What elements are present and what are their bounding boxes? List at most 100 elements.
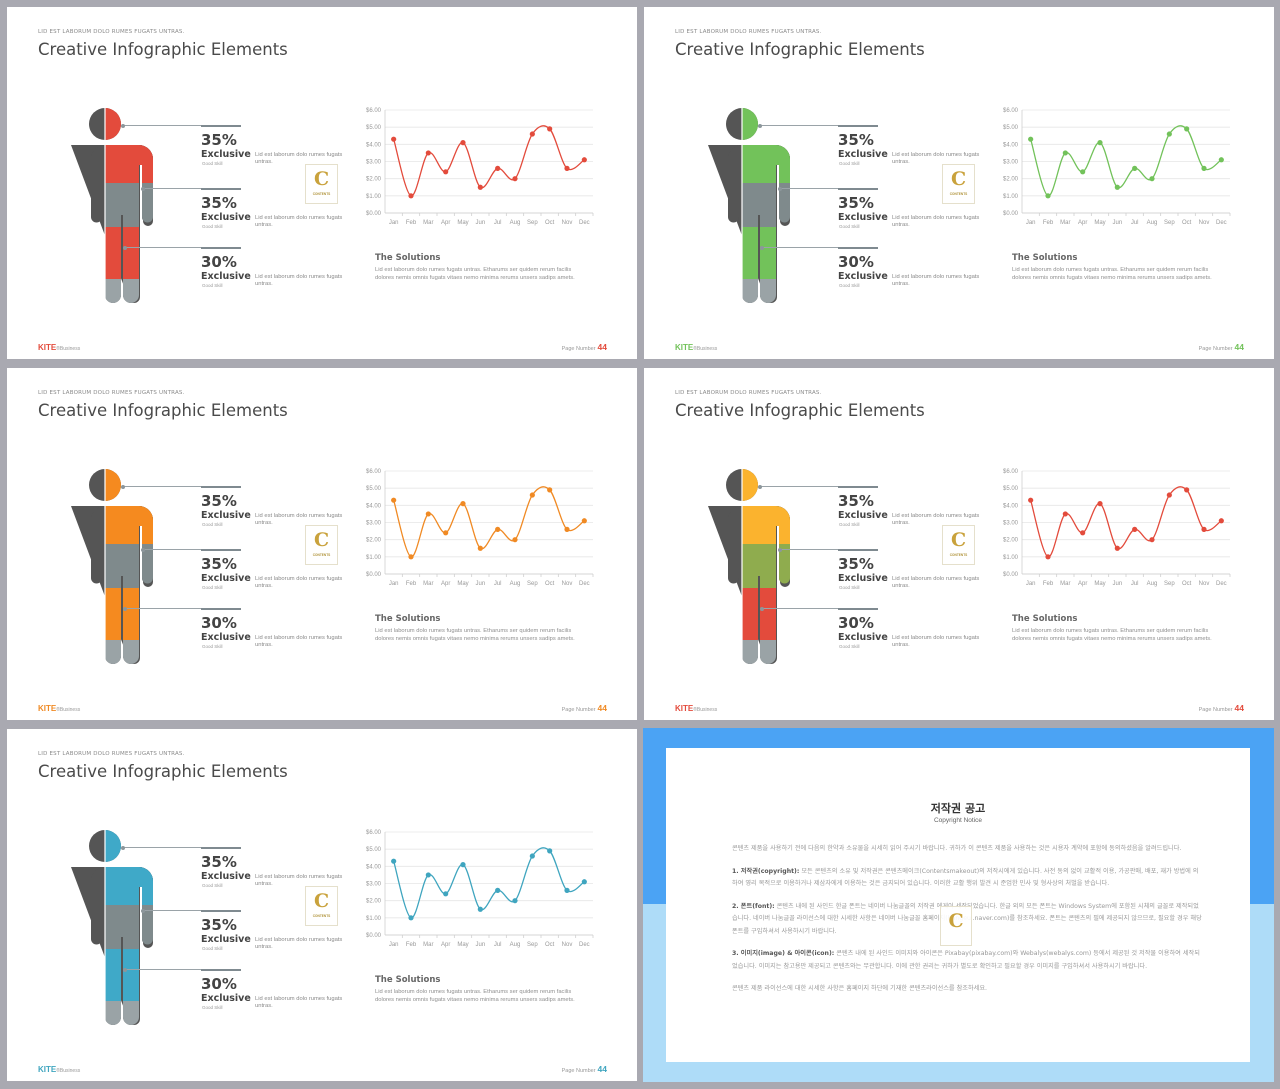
data-point [1062, 511, 1068, 517]
page-number: 44 [597, 342, 607, 352]
stat-label: Exclusive [201, 934, 251, 945]
leader-dot [121, 123, 125, 128]
data-point [1201, 526, 1207, 532]
stat-percent: 35% [201, 194, 237, 212]
data-point [460, 140, 466, 146]
leader-dot [760, 245, 764, 250]
y-tick-label: $3.00 [366, 160, 382, 166]
page-number: 44 [597, 703, 607, 713]
logo-caption: CONTENTS [312, 192, 331, 196]
figure-band-upper [105, 469, 153, 544]
figure-right-half [105, 469, 153, 664]
x-tick-label: Dec [579, 220, 590, 226]
stat-rule [201, 969, 241, 971]
leader-dot [123, 245, 127, 250]
logo-letter: C [313, 529, 330, 551]
data-point [425, 150, 431, 156]
stat-sublabel: Good Skill [202, 946, 223, 951]
figure-band-middle [105, 183, 153, 227]
data-point [1149, 176, 1155, 182]
person-figure [71, 829, 153, 1025]
figure-band-middle [742, 544, 790, 588]
stat-percent: 35% [201, 492, 237, 510]
x-tick-label: Sep [527, 942, 538, 948]
data-point [1062, 150, 1068, 156]
line-chart: $0.00 $1.00 $2.00 $3.00 $4.00 $5.00 $6.00 Jan Fe… [366, 108, 594, 226]
data-point [547, 487, 553, 493]
data-point [1045, 554, 1051, 560]
figure-band-lower [742, 227, 790, 279]
data-point [477, 906, 483, 912]
stat-rule [838, 549, 878, 551]
y-tick-label: $6.00 [366, 830, 382, 836]
y-tick-label: $4.00 [366, 864, 382, 870]
x-tick-label: May [1094, 220, 1105, 226]
contents-logo: C CONTENTS [942, 164, 975, 204]
x-tick-label: May [457, 942, 468, 948]
person-figure [71, 107, 153, 303]
stat-percent: 35% [838, 555, 874, 573]
data-point [1201, 165, 1207, 171]
x-tick-label: Feb [406, 581, 417, 587]
solutions-text: Lid est laborum dolo rumes fugats untras… [375, 628, 575, 642]
stat-description: Lid est laborum dolo rumes fugats untras… [892, 274, 980, 287]
x-tick-label: Mar [1060, 581, 1070, 587]
data-point [477, 184, 483, 190]
infographic-slide: LID EST LABORUM DOLO RUMES FUGATS UNTRAS… [644, 368, 1274, 720]
brand-logo: KITE®Business [675, 704, 717, 713]
brand-suffix: ®Business [693, 346, 718, 352]
x-tick-label: Jun [475, 581, 485, 587]
data-point [391, 136, 397, 142]
x-tick-label: Aug [510, 220, 521, 226]
x-tick-label: Mar [423, 942, 433, 948]
line-chart: $0.00 $1.00 $2.00 $3.00 $4.00 $5.00 $6.00 Jan Fe… [366, 469, 594, 587]
copyright-notice-slide: 저작권 공고 Copyright Notice 콘텐츠 제품을 사용하기 전에 … [643, 728, 1274, 1082]
stat-rule [201, 125, 241, 127]
data-point [408, 915, 414, 921]
x-tick-label: Nov [562, 220, 573, 226]
page-number-label: Page Number 44 [1199, 703, 1244, 713]
x-tick-label: Aug [510, 581, 521, 587]
notice-title: 저작권 공고 [930, 802, 986, 815]
x-tick-label: Apr [441, 942, 450, 948]
solutions-title: The Solutions [375, 975, 441, 985]
logo-letter: C [313, 168, 330, 190]
brand-logo: KITE®Business [675, 343, 717, 352]
stat-rule [838, 486, 878, 488]
y-tick-label: $2.00 [1003, 177, 1019, 183]
leader-dot [123, 967, 127, 972]
contents-logo-watermark: C [940, 906, 972, 946]
data-point [495, 165, 501, 171]
x-tick-label: Oct [1182, 220, 1192, 226]
y-tick-label: $5.00 [1003, 125, 1019, 131]
stat-description: Lid est laborum dolo rumes fugats untras… [892, 215, 980, 228]
logo-caption: CONTENTS [949, 192, 968, 196]
infographic-slide: LID EST LABORUM DOLO RUMES FUGATS UNTRAS… [7, 7, 637, 359]
x-tick-label: Oct [545, 942, 555, 948]
person-figure [71, 468, 153, 664]
stat-percent: 35% [201, 916, 237, 934]
data-point [1114, 184, 1120, 190]
x-tick-label: Sep [1164, 581, 1175, 587]
x-tick-label: Jun [1112, 581, 1122, 587]
contents-logo: C CONTENTS [305, 164, 338, 204]
stat-description: Lid est laborum dolo rumes fugats untras… [255, 576, 343, 589]
x-tick-label: Jan [389, 581, 399, 587]
y-tick-label: $6.00 [1003, 108, 1019, 114]
brand-logo: KITE®Business [38, 1065, 80, 1074]
y-tick-label: $2.00 [366, 538, 382, 544]
data-point [1132, 526, 1138, 532]
x-tick-label: Aug [1147, 581, 1158, 587]
figure-right-half [105, 830, 153, 1025]
brand-logo: KITE®Business [38, 704, 80, 713]
page-label: Page Number [561, 707, 596, 713]
x-tick-label: Aug [1147, 220, 1158, 226]
y-tick-label: $2.00 [366, 177, 382, 183]
contents-logo: C CONTENTS [305, 886, 338, 926]
y-tick-label: $5.00 [366, 847, 382, 853]
series-line [393, 486, 585, 558]
stat-sublabel: Good Skill [202, 522, 223, 527]
logo-letter: C [313, 890, 330, 912]
leader-dot [141, 908, 145, 913]
data-point [391, 858, 397, 864]
